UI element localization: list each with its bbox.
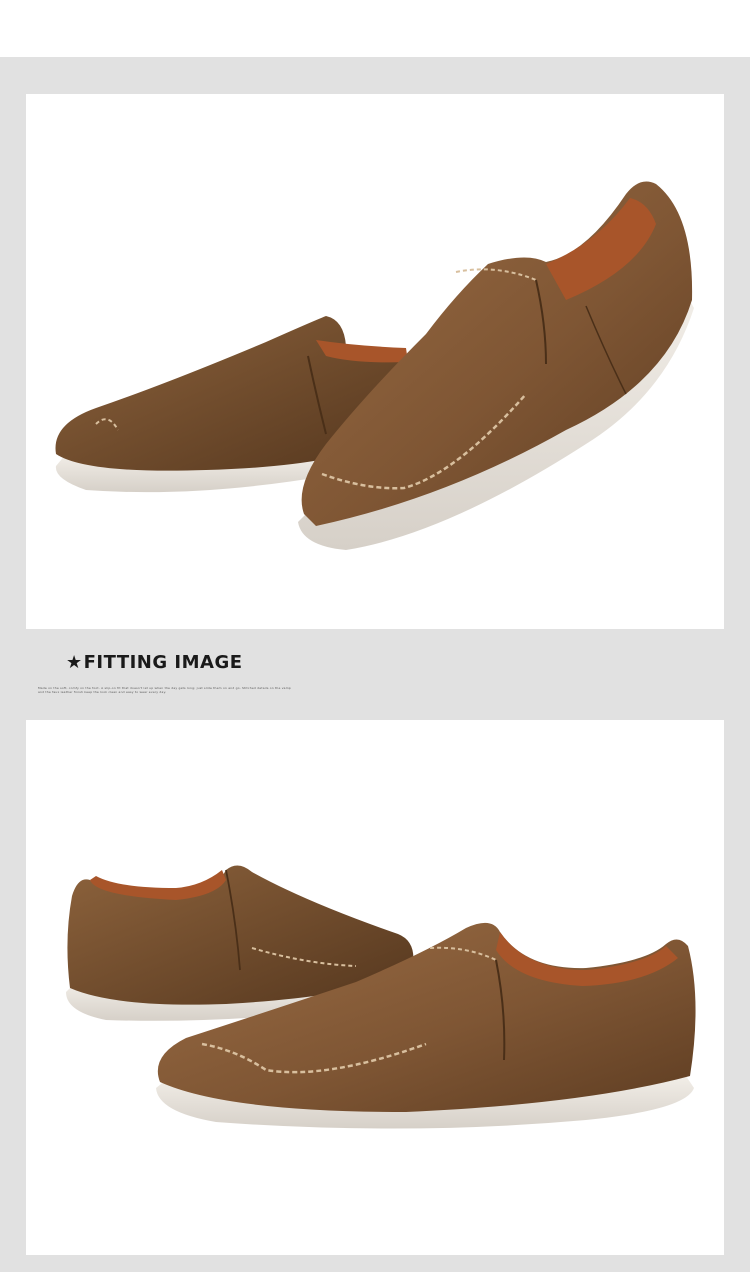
- section-header: ★FITTING IMAGE Made on the soft, comfy o…: [38, 650, 386, 700]
- top-strip: [0, 0, 750, 57]
- loafers-photo-top: [55, 181, 694, 550]
- section-caption: Made on the soft, comfy on the foot. A s…: [38, 686, 291, 694]
- loafers-photo-bottom: [66, 865, 696, 1129]
- product-image-panel-top: [26, 94, 724, 629]
- section-title-text: FITTING IMAGE: [83, 652, 243, 673]
- section-title: ★FITTING IMAGE: [66, 652, 243, 673]
- star-icon: ★: [66, 652, 83, 673]
- product-image-panel-bottom: [26, 720, 724, 1255]
